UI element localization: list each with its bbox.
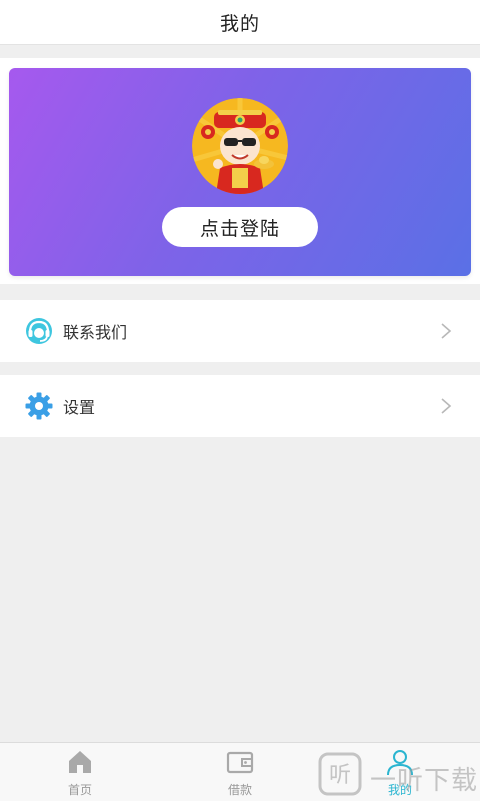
gear-icon — [25, 392, 53, 420]
customer-service-icon — [26, 318, 52, 344]
tab-label: 首页 — [67, 783, 92, 797]
profile-section: 点击登陆 — [0, 58, 480, 284]
profile-card: 点击登陆 — [9, 68, 471, 276]
watermark-logo-icon: 听 — [318, 752, 362, 796]
tab-loan[interactable]: 借款 — [190, 743, 290, 801]
tab-label: 借款 — [227, 783, 252, 797]
tab-home[interactable]: 首页 — [30, 743, 130, 801]
top-header: 我的 — [0, 0, 480, 45]
login-button[interactable]: 点击登陆 — [162, 207, 318, 247]
watermark-text: 一听下载 — [370, 766, 479, 796]
wallet-icon — [226, 751, 254, 774]
avatar[interactable] — [192, 98, 288, 194]
page-title: 我的 — [219, 12, 260, 35]
fortune-god-avatar-icon — [192, 98, 288, 194]
menu-item-settings[interactable]: 设置 — [0, 375, 480, 437]
chevron-right-icon — [441, 398, 452, 414]
watermark: 听 一听下载 — [318, 752, 480, 800]
menu-item-contact-us[interactable]: 联系我们 — [0, 300, 480, 362]
chevron-right-icon — [441, 323, 452, 339]
home-icon — [69, 751, 91, 773]
menu-item-label: 设置 — [63, 398, 96, 417]
menu-item-label: 联系我们 — [63, 323, 128, 342]
svg-text:听: 听 — [329, 763, 351, 788]
